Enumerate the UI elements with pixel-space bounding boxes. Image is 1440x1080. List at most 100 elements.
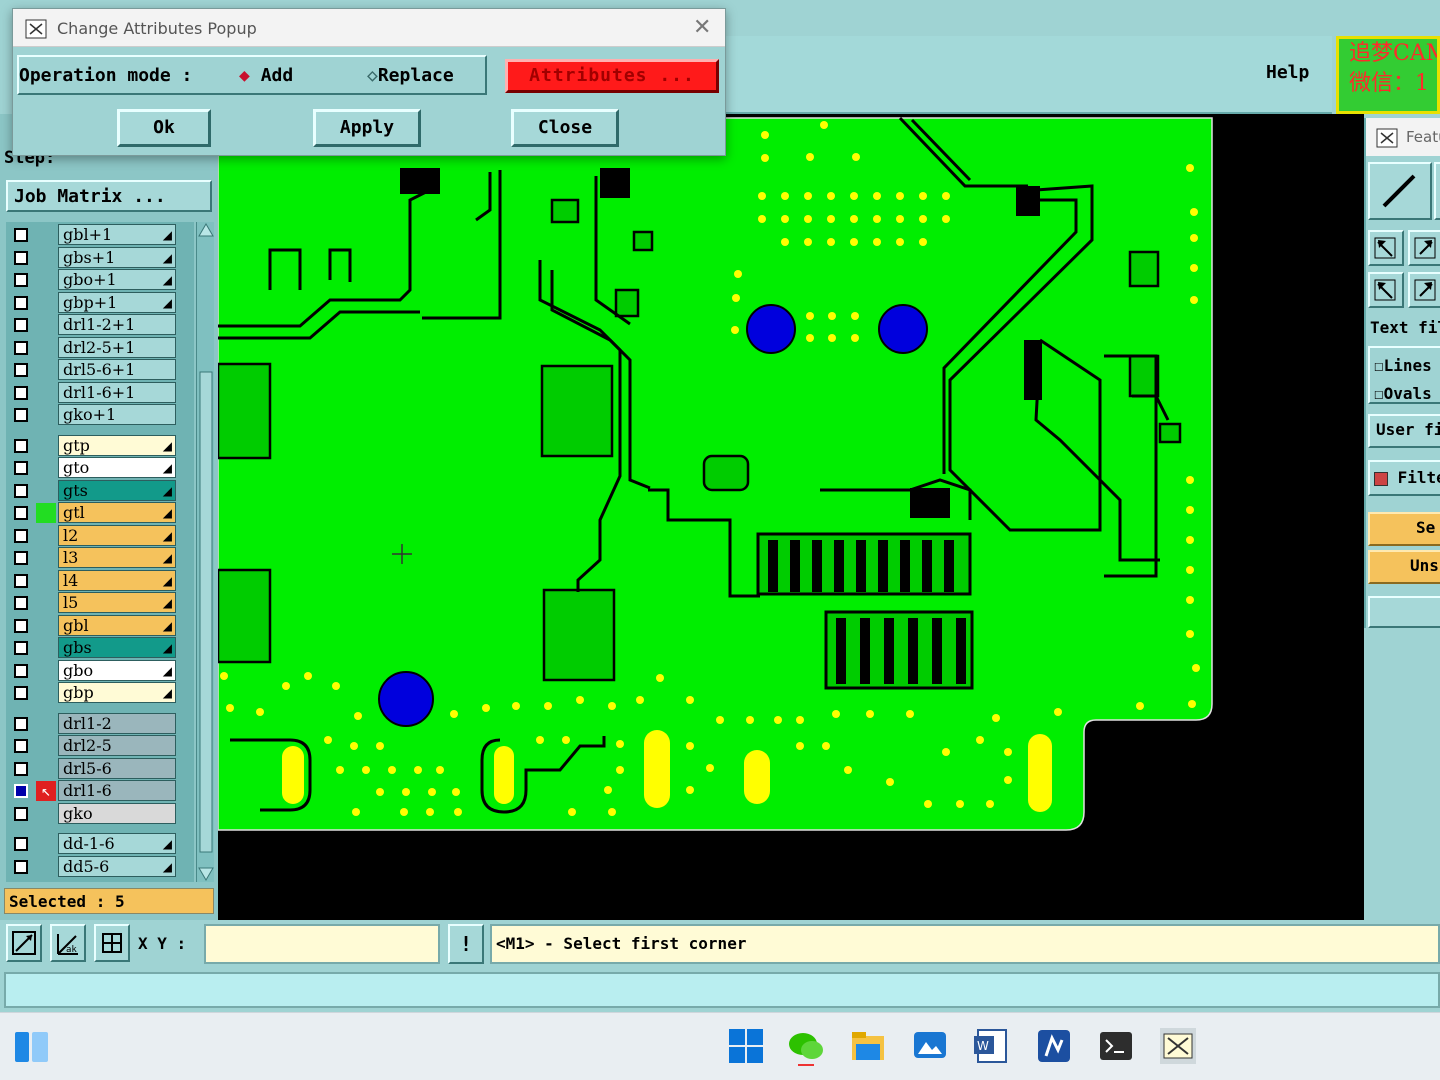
layer-name[interactable]: gtl ◢ <box>58 502 176 523</box>
layer-checkbox[interactable] <box>14 859 28 874</box>
layer-checkbox[interactable] <box>14 363 28 377</box>
layer-row[interactable]: gbo+1 ◢ <box>6 269 194 291</box>
attributes-button[interactable]: Attributes ... <box>505 59 719 93</box>
layer-row[interactable]: gts ◢ <box>6 479 194 502</box>
warning-button[interactable]: ! <box>448 924 484 964</box>
terminal-icon[interactable] <box>1096 1026 1136 1066</box>
layer-name[interactable]: gko+1 <box>58 404 176 425</box>
layer-row[interactable]: ↖ drl1-6 <box>6 780 194 802</box>
layer-row[interactable]: gbl+1 ◢ <box>6 224 194 246</box>
layer-checkbox[interactable] <box>14 663 28 678</box>
layer-row[interactable]: drl1-6+1 <box>6 381 194 404</box>
layer-name[interactable]: gbl+1 ◢ <box>58 224 176 245</box>
layer-checkbox[interactable] <box>14 273 28 287</box>
grid-button[interactable] <box>94 924 130 962</box>
layer-row[interactable]: gto ◢ <box>6 457 194 479</box>
layer-name[interactable]: gbs+1 ◢ <box>58 246 176 268</box>
layer-row[interactable]: drl5-6 <box>6 757 194 780</box>
zoom-fit-button[interactable] <box>6 924 42 962</box>
layer-name[interactable]: gbs ◢ <box>58 637 176 658</box>
unselect-button[interactable]: Uns <box>1368 550 1440 584</box>
select-arrow-3-button[interactable] <box>1368 272 1404 308</box>
layer-checkbox[interactable] <box>14 506 28 520</box>
layer-name[interactable]: dd5-6 ◢ <box>58 855 176 877</box>
filter-toggle[interactable]: Filte <box>1368 460 1440 496</box>
apply-button[interactable]: Apply <box>313 109 421 147</box>
layer-checkbox[interactable] <box>14 318 28 332</box>
layer-row[interactable]: gbo ◢ <box>6 659 194 682</box>
widgets-icon[interactable] <box>12 1028 52 1068</box>
layer-row[interactable]: l5 ◢ <box>6 592 194 614</box>
photos-icon[interactable] <box>910 1026 950 1066</box>
layer-checkbox[interactable] <box>14 438 28 453</box>
layer-checkbox[interactable] <box>14 837 28 851</box>
job-matrix-button[interactable]: Job Matrix ... <box>6 180 212 212</box>
ovals-checkbox[interactable]: ☐Ovals <box>1374 380 1440 402</box>
layer-row[interactable]: gbs ◢ <box>6 637 194 659</box>
layer-name[interactable]: gbo ◢ <box>58 659 176 681</box>
ok-button[interactable]: Ok <box>117 109 211 147</box>
layer-name[interactable]: drl1-2+1 <box>58 314 176 335</box>
layer-checkbox[interactable] <box>14 716 28 731</box>
layer-name[interactable]: gbo+1 ◢ <box>58 269 176 290</box>
feature-action-button[interactable] <box>1368 596 1440 628</box>
layer-name[interactable]: l4 ◢ <box>58 569 176 591</box>
layer-name[interactable]: l5 ◢ <box>58 592 176 613</box>
layer-checkbox[interactable] <box>14 806 28 821</box>
layer-row[interactable]: drl2-5 <box>6 735 194 757</box>
layer-row[interactable]: gko <box>6 802 194 825</box>
layer-name[interactable]: l3 ◢ <box>58 547 176 568</box>
layer-name[interactable]: gts ◢ <box>58 479 176 501</box>
layer-checkbox[interactable] <box>14 340 28 355</box>
wechat-icon[interactable] <box>786 1026 826 1066</box>
mode-replace-radio[interactable]: ◇Replace <box>367 65 454 86</box>
layer-checkbox[interactable] <box>14 618 28 633</box>
layer-row[interactable]: drl1-2 <box>6 712 194 735</box>
layer-checkbox[interactable] <box>14 739 28 753</box>
layer-checkbox[interactable] <box>14 641 28 655</box>
layer-checkbox[interactable] <box>14 461 28 475</box>
layer-checkbox[interactable] <box>14 573 28 588</box>
layer-name[interactable]: gto ◢ <box>58 457 176 478</box>
layer-name[interactable]: drl1-2 <box>58 712 176 734</box>
layer-checkbox[interactable] <box>14 228 28 242</box>
cam-app-icon[interactable] <box>1158 1026 1198 1066</box>
layer-row[interactable]: l2 ◢ <box>6 524 194 547</box>
layer-name[interactable]: gtp ◢ <box>58 434 176 456</box>
layer-checkbox[interactable] <box>14 483 28 498</box>
word-icon[interactable]: W <box>972 1026 1012 1066</box>
layer-checkbox[interactable] <box>14 784 28 798</box>
layer-name[interactable]: gko <box>58 802 176 824</box>
layer-name[interactable]: l2 ◢ <box>58 524 176 546</box>
help-menu[interactable]: Help <box>1266 62 1309 83</box>
layer-checkbox[interactable] <box>14 551 28 565</box>
layer-name[interactable]: dd-1-6 ◢ <box>58 833 176 854</box>
layer-row[interactable]: l3 ◢ <box>6 547 194 569</box>
layer-checkbox[interactable] <box>14 686 28 700</box>
layer-list-scrollbar[interactable] <box>196 222 214 882</box>
layer-row[interactable]: drl2-5+1 <box>6 336 194 359</box>
layer-row[interactable]: gtl ◢ <box>6 502 194 524</box>
layer-name[interactable]: gbp+1 ◢ <box>58 291 176 313</box>
layer-row[interactable]: dd-1-6 ◢ <box>6 833 194 855</box>
layer-name[interactable]: drl2-5+1 <box>58 336 176 358</box>
xy-input[interactable] <box>204 924 440 964</box>
layer-row[interactable]: gko+1 <box>6 404 194 426</box>
select-arrow-4-button[interactable] <box>1408 272 1440 308</box>
measure-button[interactable]: ak <box>50 924 86 962</box>
layer-name[interactable]: drl2-5 <box>58 735 176 756</box>
layer-name[interactable]: drl5-6+1 <box>58 359 176 380</box>
layer-checkbox[interactable] <box>14 385 28 400</box>
tool-button-2[interactable] <box>1434 162 1440 220</box>
user-filter-button[interactable]: User fi <box>1368 414 1440 448</box>
close-icon[interactable]: ✕ <box>693 15 711 40</box>
layer-checkbox[interactable] <box>14 250 28 265</box>
mode-add-radio[interactable]: ◆ Add <box>239 65 293 86</box>
layer-row[interactable]: gbl ◢ <box>6 614 194 637</box>
layer-row[interactable]: l4 ◢ <box>6 569 194 592</box>
line-tool-button[interactable] <box>1368 162 1432 220</box>
file-explorer-icon[interactable] <box>848 1026 888 1066</box>
layer-name[interactable]: drl1-6+1 <box>58 381 176 403</box>
layer-checkbox[interactable] <box>14 295 28 310</box>
layer-row[interactable]: drl5-6+1 <box>6 359 194 381</box>
